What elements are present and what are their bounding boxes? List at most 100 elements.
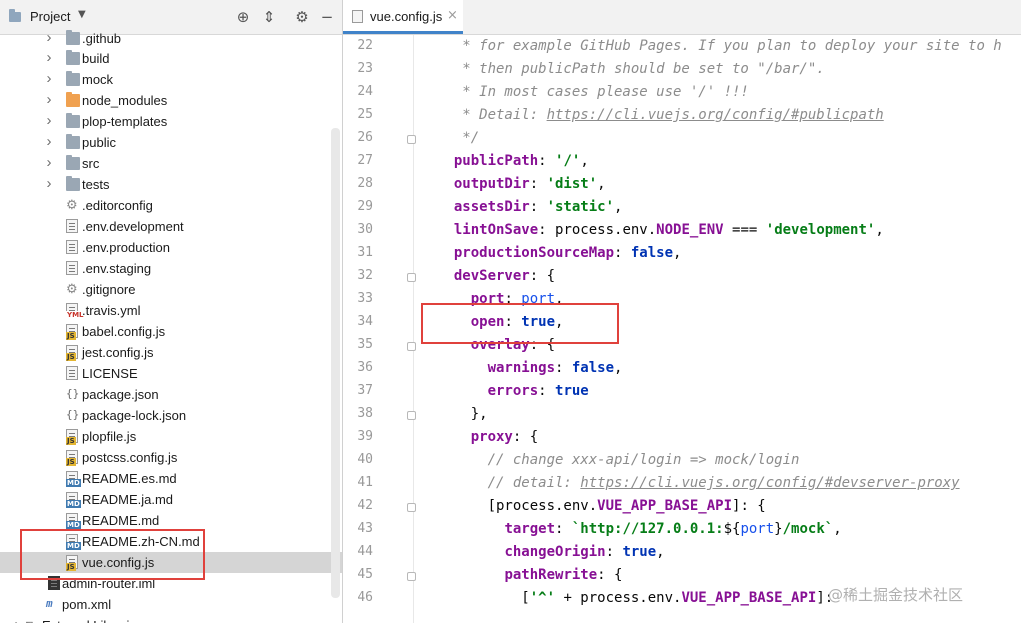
code-line[interactable]: changeOrigin: true, [437, 544, 664, 560]
js-file-icon: JS [66, 345, 78, 361]
tree-item-label: jest.config.js [82, 345, 154, 360]
expand-arrow-icon[interactable]: › [44, 71, 54, 86]
fold-marker-icon[interactable] [407, 572, 416, 581]
tree-item[interactable]: .env.development [0, 216, 342, 237]
folder-icon [66, 155, 80, 170]
collapse-icon[interactable]: ⇕ [260, 8, 278, 26]
code-line[interactable]: publicPath: '/', [437, 153, 589, 169]
line-number: 30 [357, 222, 373, 237]
tree-item[interactable]: › build [0, 48, 342, 69]
fold-marker-icon[interactable] [407, 411, 416, 420]
tree-item[interactable]: ⚙ .gitignore [0, 279, 342, 300]
fold-marker-icon[interactable] [407, 135, 416, 144]
expand-arrow-icon[interactable]: › [44, 113, 54, 128]
expand-arrow-icon[interactable]: › [12, 617, 22, 623]
tree-item[interactable]: › node_modules [0, 90, 342, 111]
tree-item[interactable]: .env.staging [0, 258, 342, 279]
project-folder-icon [9, 9, 21, 22]
tree-item[interactable]: m pom.xml [0, 594, 342, 615]
code-token: : process.env. [538, 222, 657, 238]
line-number: 23 [357, 61, 373, 76]
code-line[interactable]: assetsDir: 'static', [437, 199, 623, 215]
highlight-box-vue-config [20, 529, 205, 580]
expand-arrow-icon[interactable]: › [44, 176, 54, 191]
tree-item[interactable]: JS plopfile.js [0, 426, 342, 447]
expand-arrow-icon[interactable]: › [44, 30, 54, 45]
expand-arrow-icon[interactable]: › [44, 155, 54, 170]
code-line[interactable]: * In most cases please use '/' !!! [437, 84, 749, 100]
code-line[interactable]: }, [437, 406, 488, 422]
tree-item[interactable]: › .github [0, 28, 342, 49]
line-number: 43 [357, 521, 373, 536]
code-token: : [605, 544, 623, 560]
code-token: } [774, 521, 783, 537]
tree-item[interactable]: › mock [0, 69, 342, 90]
code-line[interactable]: [process.env.VUE_APP_BASE_API]: { [437, 498, 766, 514]
folder-icon [66, 71, 80, 86]
tree-item[interactable]: › tests [0, 174, 342, 195]
gear-icon[interactable]: ⚙ [293, 8, 311, 26]
code-token: target [504, 521, 556, 537]
code-line[interactable]: lintOnSave: process.env.NODE_ENV === 'de… [437, 222, 884, 238]
tree-item[interactable]: › ▥External Libraries [0, 615, 342, 623]
code-token: === [723, 222, 766, 238]
code-line[interactable]: errors: true [437, 383, 589, 399]
tree-item-label: pom.xml [62, 597, 112, 612]
code-token: NODE_ENV [656, 222, 724, 238]
tree-item[interactable]: › src [0, 153, 342, 174]
tree-item[interactable]: JS babel.config.js [0, 321, 342, 342]
tree-item[interactable]: .env.production [0, 237, 342, 258]
code-line[interactable]: * for example GitHub Pages. If you plan … [437, 38, 1001, 54]
code-token: , [833, 521, 842, 537]
code-token: : [555, 360, 572, 376]
tree-item[interactable]: JS postcss.config.js [0, 447, 342, 468]
expand-arrow-icon[interactable]: › [44, 92, 54, 107]
code-line[interactable]: pathRewrite: { [437, 567, 622, 583]
code-token: */ [437, 130, 480, 146]
globe-icon[interactable]: ⊕ [234, 8, 252, 26]
code-line[interactable]: */ [437, 130, 479, 146]
chevron-down-icon[interactable]: ▼ [78, 9, 86, 20]
fold-marker-icon[interactable] [407, 503, 416, 512]
tree-item[interactable]: LICENSE [0, 363, 342, 384]
tree-item[interactable]: JS jest.config.js [0, 342, 342, 363]
tree-item-label: .travis.yml [82, 303, 141, 318]
code-line[interactable]: // detail: https://cli.vuejs.org/config/… [437, 475, 960, 491]
code-line[interactable]: warnings: false, [437, 360, 623, 376]
tab-vue-config[interactable]: vue.config.js × [343, 0, 463, 34]
expand-arrow-icon[interactable]: › [44, 50, 54, 65]
tree-item[interactable]: ⚙ .editorconfig [0, 195, 342, 216]
tree-item[interactable]: › public [0, 132, 342, 153]
tree-item[interactable]: › plop-templates [0, 111, 342, 132]
tree-item[interactable]: MD README.md [0, 510, 342, 531]
code-token: publicPath [453, 153, 539, 169]
code-line[interactable]: outputDir: 'dist', [437, 176, 606, 192]
minimize-icon[interactable]: − [318, 8, 336, 26]
tree-scrollbar[interactable] [331, 128, 340, 598]
code-line[interactable]: proxy: { [437, 429, 538, 445]
line-number: 46 [357, 590, 373, 605]
code-line[interactable]: ['^' + process.env.VUE_APP_BASE_API]: [437, 590, 833, 606]
code-line[interactable]: target: `http://127.0.0.1:${port}/mock`, [437, 521, 842, 537]
code-line[interactable]: * then publicPath should be set to "/bar… [437, 61, 824, 77]
code-token: '/' [555, 153, 581, 169]
code-line[interactable]: // change xxx-api/login => mock/login [437, 452, 800, 468]
json-file-icon: {} [66, 387, 80, 400]
project-panel-title[interactable]: Project [30, 9, 70, 24]
fold-marker-icon[interactable] [407, 342, 416, 351]
tree-item[interactable]: MD README.ja.md [0, 489, 342, 510]
code-line[interactable]: * Detail: https://cli.vuejs.org/config/#… [437, 107, 883, 123]
fold-marker-icon[interactable] [407, 273, 416, 282]
code-line[interactable]: productionSourceMap: false, [437, 245, 682, 261]
code-line[interactable]: devServer: { [437, 268, 555, 284]
code-token: : { [529, 268, 556, 284]
close-icon[interactable]: × [447, 8, 458, 23]
folder-icon [66, 134, 80, 149]
expand-arrow-icon[interactable]: › [44, 134, 54, 149]
tree-item[interactable]: {} package-lock.json [0, 405, 342, 426]
tree-item[interactable]: MD README.es.md [0, 468, 342, 489]
tree-item[interactable]: {} package.json [0, 384, 342, 405]
tree-item[interactable]: YML .travis.yml [0, 300, 342, 321]
